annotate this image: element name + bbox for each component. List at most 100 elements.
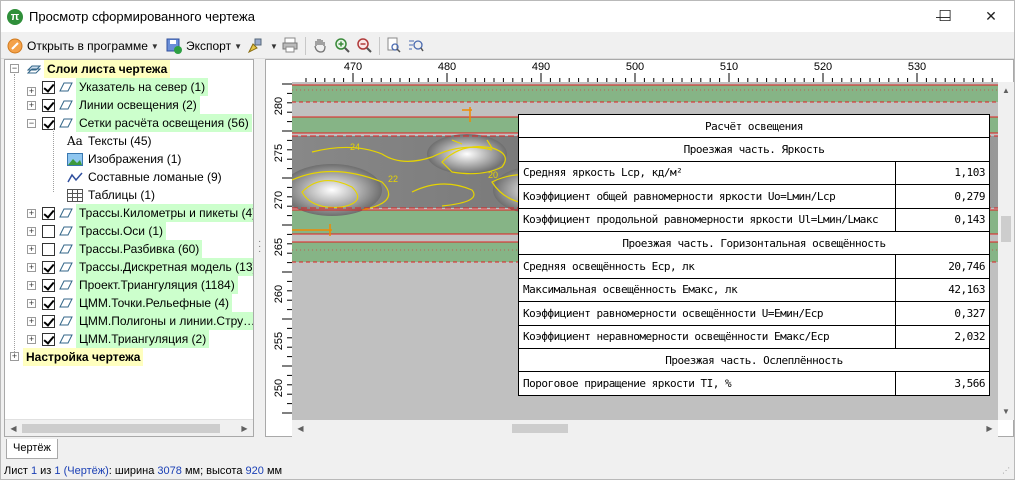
tree-item-track-km[interactable]: + Трассы.Километры и пикеты (4) [27,204,253,222]
zoom-extents-icon[interactable] [407,37,425,55]
drawing-vertical-scrollbar[interactable]: ▲ ▼ [998,82,1014,420]
scroll-down-icon[interactable]: ▼ [998,403,1014,420]
pan-hand-icon[interactable] [311,37,329,55]
tree-item-project-tin[interactable]: + Проект.Триангуляция (1184) [27,276,238,294]
expand-toggle[interactable]: + [27,100,36,110]
calc-row-label: Пороговое приращение яркости TI, % [518,371,896,396]
tree-item-label: Линии освещения (2) [76,96,200,114]
tree-subitem-label: Тексты (45) [88,134,152,148]
drawing-canvas[interactable]: 24 22 20 Расчёт освещения Проезжая часть… [292,82,998,420]
print-icon[interactable] [281,37,299,55]
scroll-right-icon[interactable]: ▶ [981,420,998,437]
collapse-toggle[interactable]: − [27,118,36,128]
ruler-label: 470 [343,61,363,73]
scrollbar-thumb[interactable] [22,424,220,433]
tree-subitem-texts[interactable]: Aa Тексты (45) [67,132,155,150]
expand-toggle[interactable]: + [27,298,36,308]
app-logo-icon: π [7,9,23,25]
close-button[interactable]: ✕ [969,1,1013,32]
scroll-left-icon[interactable]: ◀ [292,420,309,437]
expand-toggle[interactable]: + [27,316,36,326]
layer-icon [59,226,73,236]
calc-row-value: 2,032 [895,324,990,349]
expand-toggle[interactable]: + [27,208,36,218]
maximize-button[interactable]: ☐ [923,1,967,32]
tree-item-north-arrow[interactable]: + Указатель на север (1) [27,78,209,96]
layer-checkbox[interactable] [42,314,55,328]
tree-node-sheet-layers[interactable]: − Слои листа чертежа [5,60,253,78]
scroll-left-icon[interactable]: ◀ [5,420,22,436]
calc-row-value: 3,566 [895,371,990,396]
layer-checkbox[interactable] [42,296,55,310]
open-in-program-button[interactable]: Открыть в программе ▼ [7,36,159,56]
calc-row-label: Коэффициент равномерности освещённости U… [518,301,896,326]
panel-splitter[interactable]: · · · [258,237,261,257]
layers-tree[interactable]: − Слои листа чертежа + Указатель на севе… [4,59,254,437]
expand-toggle[interactable]: + [27,280,36,290]
layer-checkbox[interactable] [42,332,55,346]
layer-checkbox[interactable] [42,206,55,220]
tree-item-label: ЦММ.Точки.Рельефные (4) [76,294,233,312]
scrollbar-thumb[interactable] [512,424,568,433]
table-icon [67,188,83,202]
tree-subitem-polylines[interactable]: Составные ломаные (9) [67,168,225,186]
layer-settings-button[interactable]: ▼ [247,36,278,56]
tree-item-lighting-lines[interactable]: + Линии освещения (2) [27,96,200,114]
expand-toggle[interactable]: + [27,244,36,254]
layer-icon [59,244,73,254]
tree-node-drawing-settings[interactable]: + Настройка чертежа [5,348,253,366]
tree-horizontal-scrollbar[interactable]: ◀ ▶ [5,419,253,436]
ruler-label: 530 [907,61,927,73]
expand-toggle[interactable]: + [27,226,36,236]
scroll-right-icon[interactable]: ▶ [236,420,253,436]
toolbar-separator [305,37,306,55]
collapse-toggle[interactable]: − [10,64,19,73]
expand-toggle[interactable]: + [27,86,36,96]
scrollbar-thumb[interactable] [1001,216,1011,242]
calc-row-value: 0,143 [895,207,990,232]
ruler-label: 265 [273,237,285,257]
brush-icon [247,38,263,54]
tree-label-sheet-layers: Слои листа чертежа [44,60,171,78]
tree-item-label: Сетки расчёта освещения (56) [76,114,252,132]
resize-grip-icon[interactable]: ⋰ [1002,467,1012,478]
tree-item-dtm-polygons[interactable]: + ЦММ.Полигоны и линии.Стру… [27,312,253,330]
drawing-view[interactable]: 470 480 490 500 510 520 530 280 275 270 … [265,59,1014,437]
tree-item-dtm-tin[interactable]: + ЦММ.Триангуляция (2) [27,330,210,348]
tree-item-track-layout[interactable]: + Трассы.Разбивка (60) [27,240,203,258]
layer-icon [59,82,73,92]
calc-row-label: Коэффициент общей равномерности яркости … [518,184,896,209]
layer-checkbox[interactable] [42,98,55,112]
scroll-up-icon[interactable]: ▲ [998,82,1014,99]
expand-toggle[interactable]: + [10,352,19,361]
tree-item-dtm-points[interactable]: + ЦММ.Точки.Рельефные (4) [27,294,233,312]
export-label: Экспорт [186,39,232,53]
tree-subitem-images[interactable]: Изображения (1) [67,150,184,168]
drawing-horizontal-scrollbar[interactable]: ◀ ▶ [292,420,998,437]
tree-item-lighting-grids[interactable]: − Сетки расчёта освещения (56) [27,114,252,132]
tree-item-track-axes[interactable]: + Трассы.Оси (1) [27,222,166,240]
layer-checkbox[interactable] [42,260,55,274]
expand-toggle[interactable]: + [27,262,36,272]
tree-item-track-model[interactable]: + Трассы.Дискретная модель (13) [27,258,253,276]
layer-checkbox[interactable] [42,242,55,256]
ruler-label: 270 [273,190,285,210]
tree-item-label: Трассы.Километры и пикеты (4) [76,204,253,222]
layer-checkbox[interactable] [42,278,55,292]
tab-drawing[interactable]: Чертёж [6,439,58,459]
expand-toggle[interactable]: + [27,334,36,344]
layer-checkbox[interactable] [42,80,55,94]
layer-icon [59,208,73,218]
chevron-down-icon: ▼ [150,41,159,51]
tree-subitem-tables[interactable]: Таблицы (1) [67,186,158,204]
layer-checkbox[interactable] [42,224,55,238]
zoom-out-icon[interactable] [355,37,373,55]
status-sheet-label: Лист [4,465,28,477]
zoom-page-icon[interactable] [385,37,403,55]
export-button[interactable]: Экспорт ▼ [166,36,242,56]
calc-row-label: Максимальная освещённость Eмакс, лк [518,277,896,303]
ruler-label: 520 [813,61,833,73]
layer-icon [59,118,73,128]
zoom-in-icon[interactable] [333,37,351,55]
lighting-calc-table: Расчёт освещения Проезжая часть. Яркость… [518,113,990,396]
